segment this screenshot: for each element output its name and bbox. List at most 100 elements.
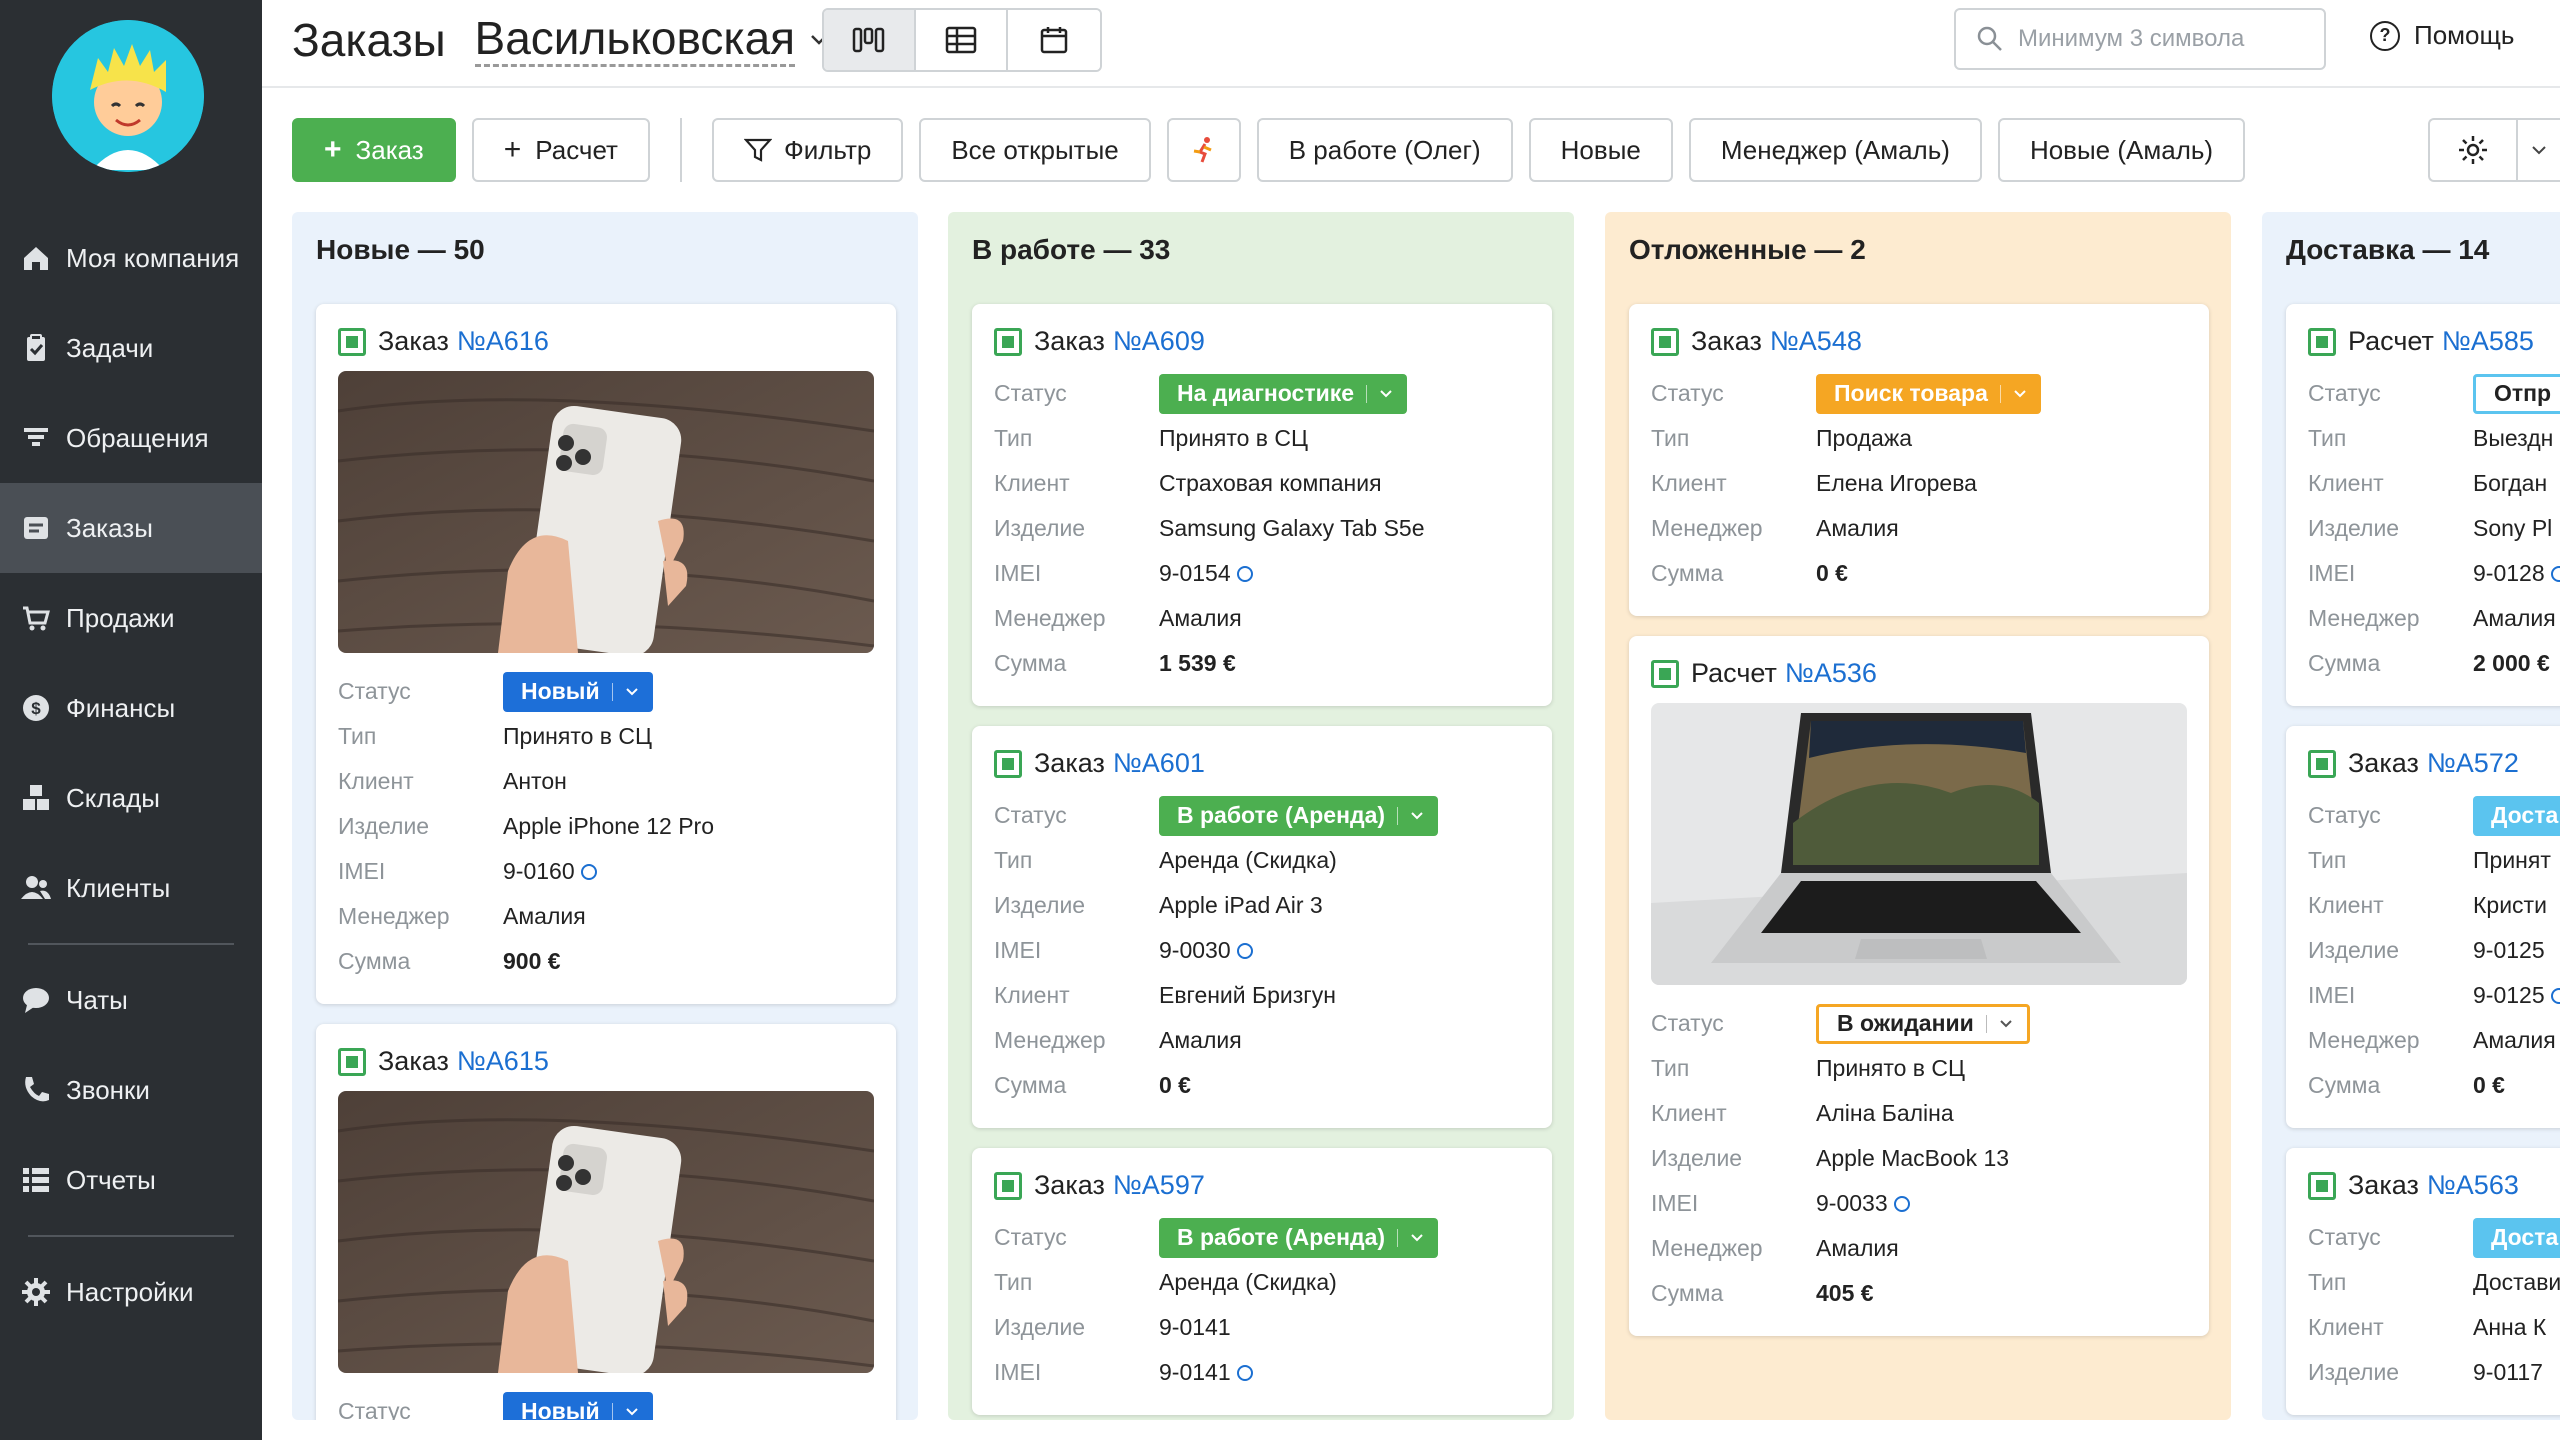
card-kind: Заказ <box>378 326 449 356</box>
preset-new[interactable]: Новые <box>1528 118 1673 182</box>
copy-icon[interactable] <box>1236 942 1253 959</box>
add-estimate-button[interactable]: + Расчет <box>471 118 650 182</box>
card-number-link[interactable]: №A548 <box>1770 326 1862 357</box>
card-checkbox[interactable] <box>994 1171 1022 1200</box>
calendar-view-button[interactable] <box>1008 10 1100 70</box>
card-number-link[interactable]: №A601 <box>1113 748 1205 779</box>
status-badge[interactable]: Поиск товара <box>1816 373 2041 414</box>
card-number-link[interactable]: №A585 <box>2442 326 2534 357</box>
order-card[interactable]: Заказ №A609 Статус На диагностике Тип Принято… <box>972 304 1552 706</box>
sidebar-item-cart[interactable]: Продажи <box>0 573 262 663</box>
status-badge[interactable]: В работе (Аренда) <box>1159 1217 1439 1258</box>
field-row: IMEI 9-0125 <box>2308 973 2560 1018</box>
search-box[interactable] <box>1954 8 2326 70</box>
column-title: Отложенные — 2 <box>1629 234 1866 265</box>
card-checkbox[interactable] <box>2308 749 2336 778</box>
order-card[interactable]: Заказ №A616 Статус Новый Тип Принято в СЦ Клие… <box>316 304 896 1004</box>
kanban-view-button[interactable] <box>824 10 916 70</box>
avatar[interactable] <box>52 20 204 172</box>
order-card[interactable]: Заказ №A572 Статус Доста Тип Принят Клиент Крис… <box>2286 726 2560 1128</box>
order-card[interactable]: Расчет №A585 Статус Отпр Тип Выездн Клиент Богд… <box>2286 304 2560 706</box>
settings-dropdown[interactable] <box>2428 118 2560 182</box>
card-checkbox[interactable] <box>994 327 1022 356</box>
field-row: Менеджер Амалия <box>2308 596 2560 641</box>
sidebar-item-home[interactable]: Моя компания <box>0 213 262 303</box>
product-photo[interactable] <box>338 371 874 653</box>
card-header: Заказ №A616 <box>338 326 874 357</box>
field-value: 9-0154 <box>1159 560 1231 586</box>
gear-icon[interactable] <box>2430 120 2518 180</box>
card-number-link[interactable]: №A609 <box>1113 326 1205 357</box>
order-card[interactable]: Заказ №A615 Статус Новый <box>316 1024 896 1420</box>
preset-runner-button[interactable] <box>1166 118 1241 182</box>
help-button[interactable]: ? Помощь <box>2370 20 2514 51</box>
chevron-down-icon[interactable] <box>2518 145 2560 155</box>
preset-all-open[interactable]: Все открытые <box>919 118 1151 182</box>
status-badge[interactable]: Доста <box>2473 1217 2560 1258</box>
preset-in-work-oleg[interactable]: В работе (Олег) <box>1256 118 1513 182</box>
order-card[interactable]: Заказ №A548 Статус Поиск товара Тип Продажа Кл… <box>1629 304 2209 616</box>
filter-button[interactable]: Фильтр <box>711 118 904 182</box>
location-select[interactable]: Васильковская <box>474 12 796 67</box>
sidebar-item-label: Клиенты <box>66 872 171 903</box>
product-photo[interactable] <box>1651 703 2187 985</box>
copy-icon[interactable] <box>1893 1195 1910 1212</box>
product-photo[interactable] <box>338 1091 874 1373</box>
card-checkbox[interactable] <box>338 327 366 356</box>
order-card[interactable]: Заказ №A601 Статус В работе (Аренда) Тип Арен… <box>972 726 1552 1128</box>
card-checkbox[interactable] <box>994 749 1022 778</box>
sidebar-item-dollar[interactable]: $ Финансы <box>0 663 262 753</box>
card-checkbox[interactable] <box>2308 1171 2336 1200</box>
field-label: Изделие <box>994 515 1086 541</box>
column-3: Отложенные — 2 Заказ №A548 Статус Поиск това… <box>1605 212 2231 1420</box>
status-row: Статус Поиск товара <box>1651 371 2187 416</box>
card-number-link[interactable]: №A563 <box>2427 1170 2519 1201</box>
status-badge[interactable]: Новый <box>503 1391 653 1420</box>
sidebar-item-gear[interactable]: Настройки <box>0 1247 262 1337</box>
kanban-board: Новые — 50 Заказ №A616 Статус Новый Тип Принят… <box>292 212 2560 1420</box>
sidebar-item-clipboard[interactable]: Задачи <box>0 303 262 393</box>
sidebar-item-users[interactable]: Клиенты <box>0 843 262 933</box>
card-checkbox[interactable] <box>2308 327 2336 356</box>
status-badge[interactable]: Доста <box>2473 795 2560 836</box>
sidebar-item-funnel[interactable]: Обращения <box>0 393 262 483</box>
status-badge[interactable]: Отпр <box>2473 373 2560 414</box>
sidebar-item-boxes[interactable]: Склады <box>0 753 262 843</box>
card-checkbox[interactable] <box>1651 327 1679 356</box>
card-number-link[interactable]: №A597 <box>1113 1170 1205 1201</box>
order-card[interactable]: Заказ №A597 Статус В работе (Аренда) Тип Арен… <box>972 1148 1552 1415</box>
sidebar-item-orders[interactable]: Заказы <box>0 483 262 573</box>
sidebar-item-chat[interactable]: Чаты <box>0 955 262 1045</box>
copy-icon[interactable] <box>1236 565 1253 582</box>
field-value: 9-0125 <box>2473 982 2545 1008</box>
copy-icon[interactable] <box>1236 1364 1253 1381</box>
order-card[interactable]: Заказ №A563 Статус Доста Тип Достави Клиент Анн… <box>2286 1148 2560 1415</box>
card-number-link[interactable]: №A616 <box>457 326 549 357</box>
table-view-button[interactable] <box>916 10 1008 70</box>
card-checkbox[interactable] <box>1651 659 1679 688</box>
status-badge[interactable]: В ожидании <box>1816 1003 2030 1044</box>
card-number-link[interactable]: №A536 <box>1785 658 1877 689</box>
status-badge[interactable]: В работе (Аренда) <box>1159 795 1439 836</box>
card-number-link[interactable]: №A615 <box>457 1046 549 1077</box>
card-checkbox[interactable] <box>338 1047 366 1076</box>
preset-manager-amal[interactable]: Менеджер (Амаль) <box>1688 118 1982 182</box>
field-value: Анна К <box>2473 1314 2547 1340</box>
filter-icon <box>743 138 772 162</box>
card-number-link[interactable]: №A572 <box>2427 748 2519 779</box>
sidebar-item-reports[interactable]: Отчеты <box>0 1135 262 1225</box>
sidebar-item-phone[interactable]: Звонки <box>0 1045 262 1135</box>
copy-icon[interactable] <box>580 863 597 880</box>
status-badge[interactable]: Новый <box>503 671 653 712</box>
svg-text:$: $ <box>31 699 41 718</box>
status-badge[interactable]: На диагностике <box>1159 373 1408 414</box>
home-icon <box>20 242 52 274</box>
copy-icon[interactable] <box>2550 565 2560 582</box>
order-card[interactable]: Расчет №A536 Статус В ожидании Тип Принято в … <box>1629 636 2209 1336</box>
toolbar-divider <box>679 118 682 182</box>
add-order-button[interactable]: + Заказ <box>292 118 456 182</box>
search-input[interactable] <box>2018 25 2298 53</box>
field-label: Изделие <box>994 1314 1086 1340</box>
preset-new-amal[interactable]: Новые (Амаль) <box>1997 118 2246 182</box>
copy-icon[interactable] <box>2550 987 2560 1004</box>
